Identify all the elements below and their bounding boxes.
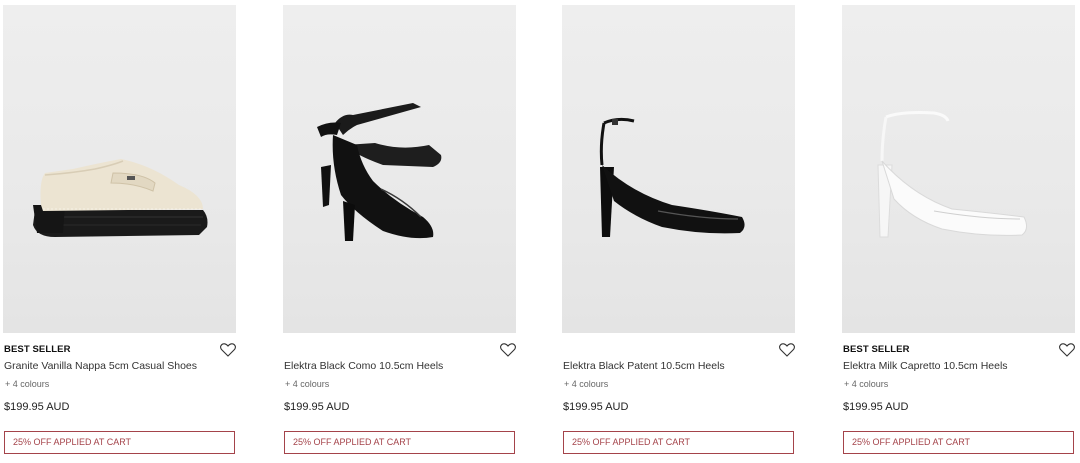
product-name[interactable]: Elektra Black Como 10.5cm Heels	[284, 360, 443, 372]
best-seller-badge: BEST SELLER	[843, 344, 910, 355]
best-seller-badge: BEST SELLER	[4, 344, 71, 355]
colour-count[interactable]: + 4 colours	[844, 379, 888, 389]
promo-banner: 25% OFF APPLIED AT CART	[843, 431, 1074, 454]
product-name[interactable]: Elektra Black Patent 10.5cm Heels	[563, 360, 725, 372]
product-name[interactable]: Granite Vanilla Nappa 5cm Casual Shoes	[4, 360, 197, 372]
product-price: $199.95 AUD	[284, 401, 350, 413]
product-image[interactable]	[562, 5, 795, 333]
promo-banner: 25% OFF APPLIED AT CART	[4, 431, 235, 454]
promo-banner: 25% OFF APPLIED AT CART	[563, 431, 794, 454]
product-card[interactable]: BEST SELLER Elektra Milk Capretto 10.5cm…	[842, 5, 1078, 460]
promo-banner: 25% OFF APPLIED AT CART	[284, 431, 515, 454]
product-price: $199.95 AUD	[843, 401, 909, 413]
product-card[interactable]: Elektra Black Como 10.5cm Heels + 4 colo…	[283, 5, 519, 460]
product-card[interactable]: Elektra Black Patent 10.5cm Heels + 4 co…	[562, 5, 798, 460]
product-price: $199.95 AUD	[563, 401, 629, 413]
heart-icon[interactable]	[220, 343, 236, 357]
loafer-image	[33, 159, 208, 237]
colour-count[interactable]: + 4 colours	[285, 379, 329, 389]
product-price: $199.95 AUD	[4, 401, 70, 413]
heel-image	[877, 111, 1028, 238]
colour-count[interactable]: + 4 colours	[564, 379, 608, 389]
product-image[interactable]	[283, 5, 516, 333]
heart-icon[interactable]	[1059, 343, 1075, 357]
product-image[interactable]	[3, 5, 236, 333]
heart-icon[interactable]	[779, 343, 795, 357]
heels-pair-image	[317, 103, 442, 241]
heel-image	[599, 117, 745, 237]
product-card[interactable]: BEST SELLER Granite Vanilla Nappa 5cm Ca…	[3, 5, 239, 460]
colour-count[interactable]: + 4 colours	[5, 379, 49, 389]
heart-icon[interactable]	[500, 343, 516, 357]
product-name[interactable]: Elektra Milk Capretto 10.5cm Heels	[843, 360, 1008, 372]
product-image[interactable]	[842, 5, 1075, 333]
